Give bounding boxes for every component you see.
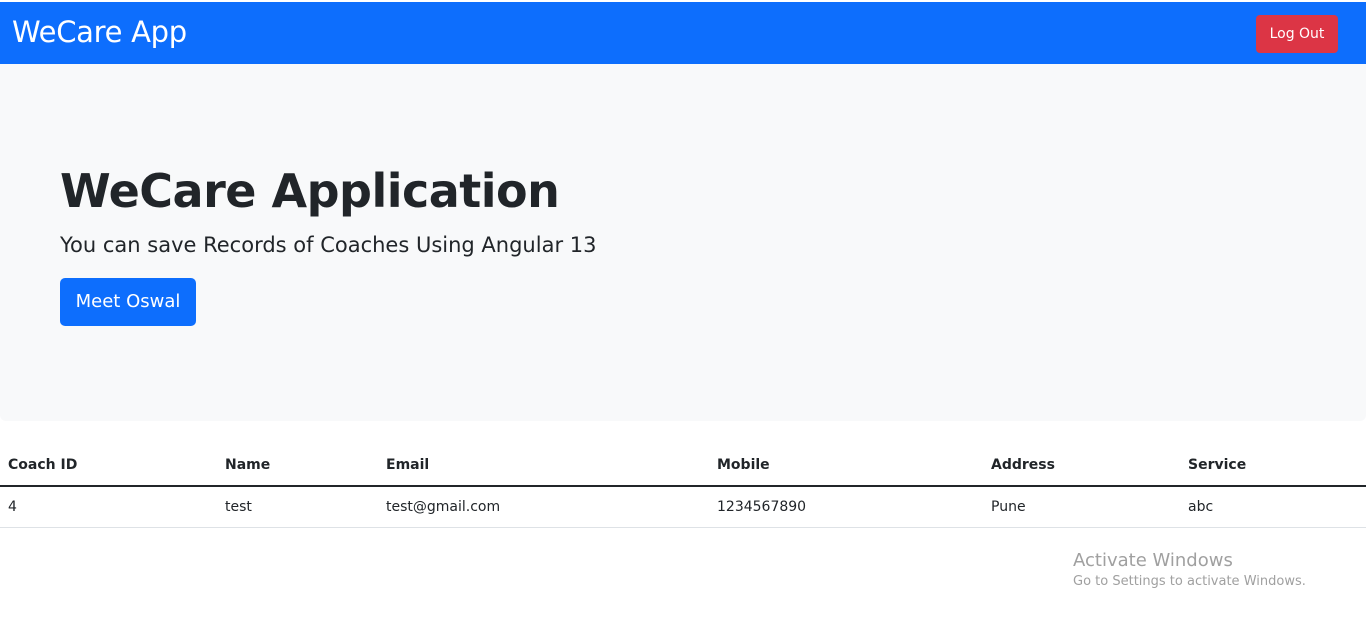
column-header-coach-id: Coach ID xyxy=(0,445,217,487)
cell-name: test xyxy=(217,486,378,528)
cell-service: abc xyxy=(1180,486,1366,528)
table-row: 4 test test@gmail.com 1234567890 Pune ab… xyxy=(0,486,1366,528)
column-header-address: Address xyxy=(983,445,1180,487)
column-header-email: Email xyxy=(378,445,709,487)
table-header-row: Coach ID Name Email Mobile Address Servi… xyxy=(0,445,1366,487)
column-header-mobile: Mobile xyxy=(709,445,983,487)
meet-oswal-button[interactable]: Meet Oswal xyxy=(60,278,196,326)
table-header: Coach ID Name Email Mobile Address Servi… xyxy=(0,445,1366,487)
cell-coach-id: 4 xyxy=(0,486,217,528)
watermark-subtitle: Go to Settings to activate Windows. xyxy=(1073,574,1306,589)
brand-title[interactable]: WeCare App xyxy=(12,13,187,51)
navbar: WeCare App Log Out xyxy=(0,2,1366,64)
activate-windows-watermark: Activate Windows Go to Settings to activ… xyxy=(1073,550,1306,592)
coaches-table: Coach ID Name Email Mobile Address Servi… xyxy=(0,445,1366,528)
cell-email: test@gmail.com xyxy=(378,486,709,528)
watermark-title: Activate Windows xyxy=(1073,550,1233,571)
logout-button[interactable]: Log Out xyxy=(1256,15,1338,53)
table-body: 4 test test@gmail.com 1234567890 Pune ab… xyxy=(0,486,1366,528)
cell-mobile: 1234567890 xyxy=(709,486,983,528)
column-header-name: Name xyxy=(217,445,378,487)
hero-lead-text: You can save Records of Coaches Using An… xyxy=(60,233,597,257)
column-header-service: Service xyxy=(1180,445,1366,487)
hero-jumbotron: WeCare Application You can save Records … xyxy=(0,64,1366,421)
hero-title: WeCare Application xyxy=(60,164,560,218)
cell-address: Pune xyxy=(983,486,1180,528)
